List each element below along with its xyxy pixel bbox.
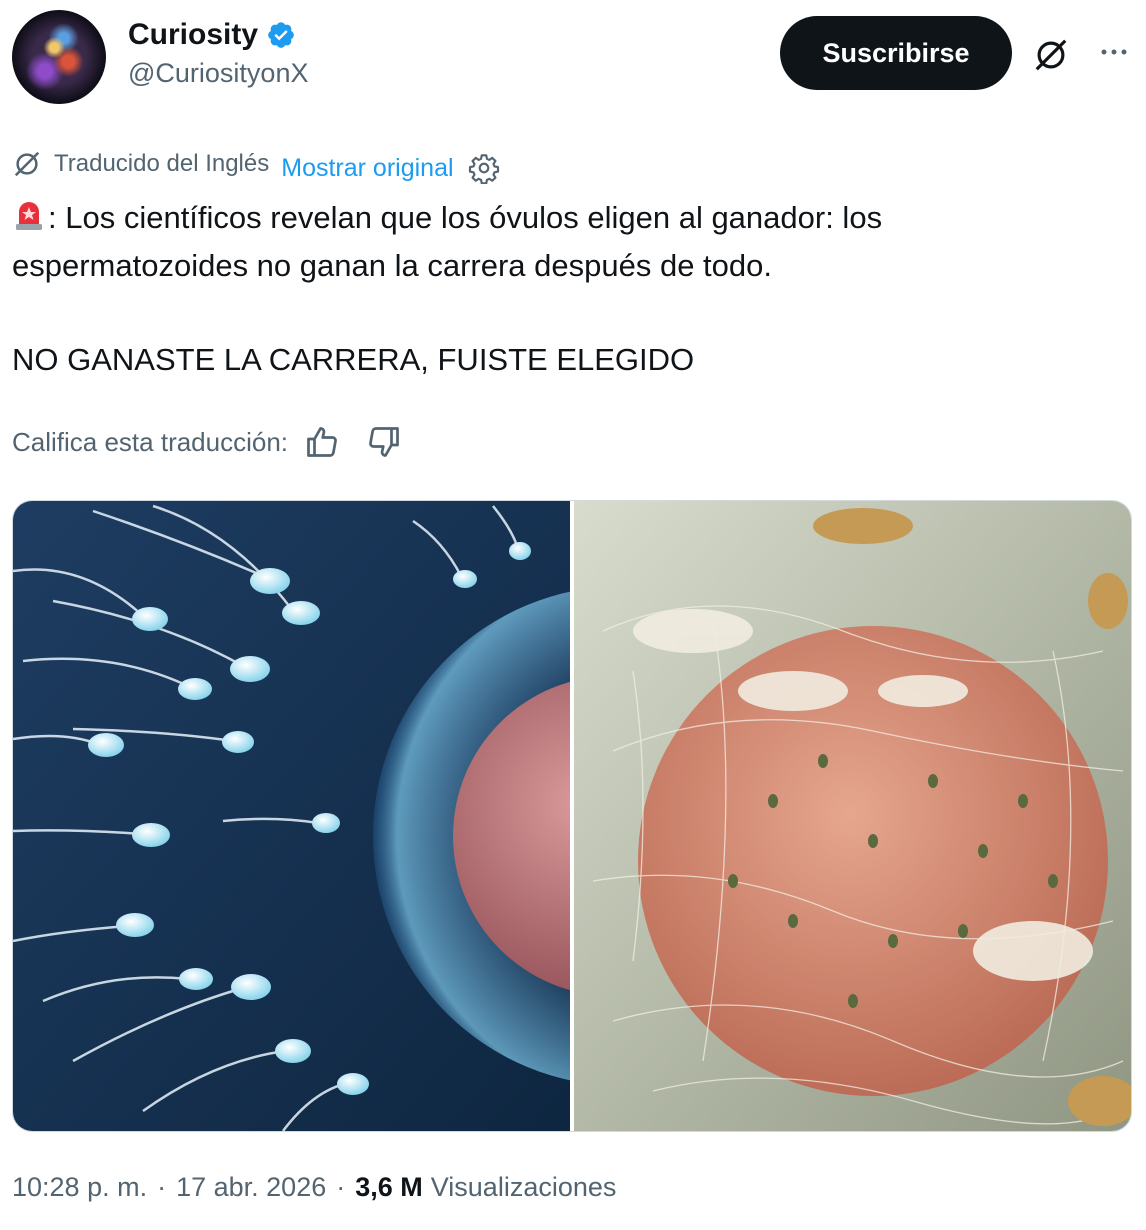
grok-icon[interactable] [1032, 36, 1070, 74]
views-label: Visualizaciones [430, 1172, 617, 1202]
tweet-time[interactable]: 10:28 p. m. [12, 1172, 147, 1203]
translated-label: Traducido del Inglés [54, 150, 270, 177]
tweet-meta: 10:28 p. m. · 17 abr. 2026 · 3,6 M Visua… [12, 1172, 616, 1203]
grok-translate-icon [14, 151, 40, 177]
subscribe-button[interactable]: Suscribirse [780, 16, 1012, 90]
translation-bar: Traducido del Inglés Mostrar original [12, 144, 500, 184]
more-icon[interactable] [1094, 34, 1134, 70]
tweet-line-1: : Los científicos revelan que los óvulos… [12, 200, 883, 283]
tweet-line-2: NO GANASTE LA CARRERA, FUISTE ELEGIDO [12, 342, 695, 377]
thumbs-up-icon[interactable] [304, 424, 340, 460]
siren-emoji-icon [16, 202, 42, 230]
tweet-text: : Los científicos revelan que los óvulos… [12, 194, 1122, 384]
rate-label: Califica esta traducción: [12, 426, 289, 457]
separator-dot: · [336, 1172, 346, 1202]
media-image[interactable] [13, 501, 1131, 1131]
thumbs-down-icon[interactable] [366, 424, 402, 460]
tweet-date[interactable]: 17 abr. 2026 [176, 1172, 326, 1203]
author-handle[interactable]: @CuriosityonX [128, 58, 308, 89]
tweet-paragraph-1: : Los científicos revelan que los óvulos… [12, 194, 1122, 290]
rate-translation: Califica esta traducción: [12, 420, 402, 464]
gear-icon[interactable] [468, 152, 500, 184]
verified-badge-icon [268, 22, 294, 48]
tweet-header: Curiosity @CuriosityonX Suscribirse [10, 8, 1136, 108]
views-count: 3,6 M [355, 1172, 423, 1202]
avatar[interactable] [12, 10, 106, 104]
separator-dot: · [157, 1172, 167, 1202]
author-name[interactable]: Curiosity [128, 18, 258, 52]
author-name-row[interactable]: Curiosity [128, 18, 296, 52]
tweet-media[interactable] [12, 500, 1132, 1132]
show-original-link[interactable]: Mostrar original [281, 154, 453, 183]
